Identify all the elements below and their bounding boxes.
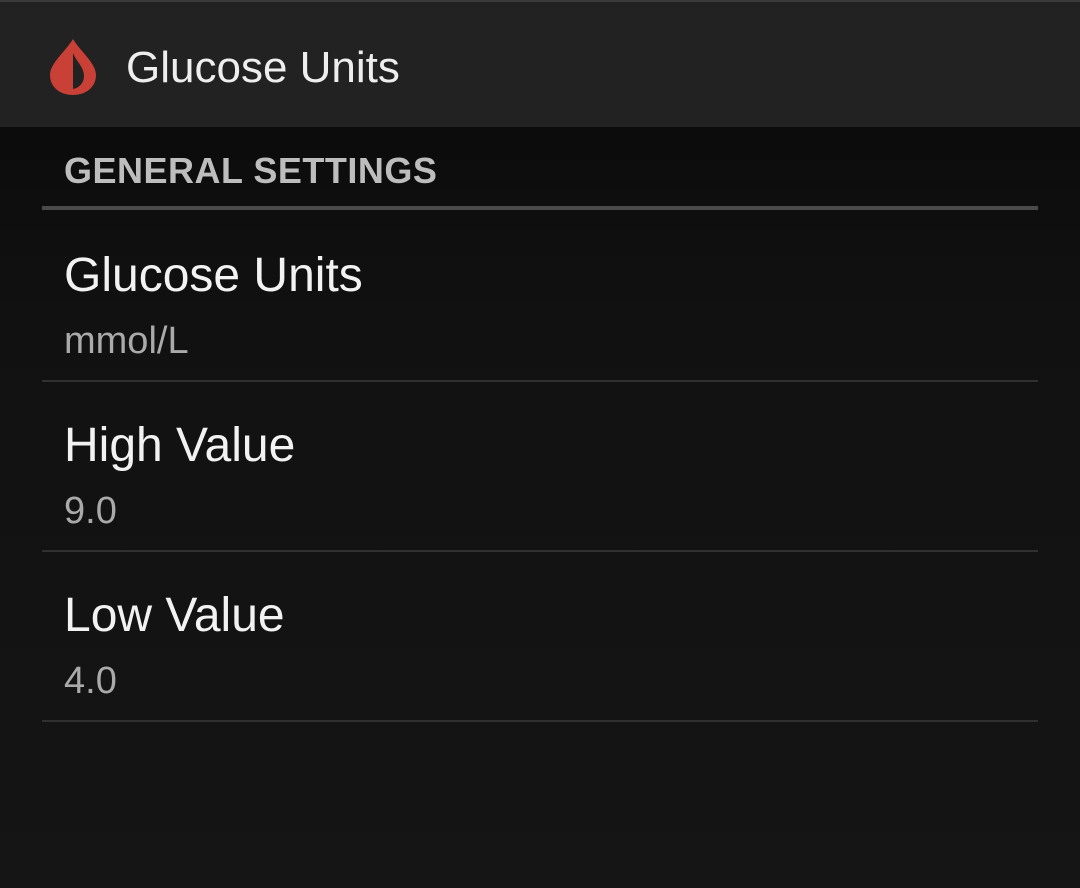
pref-summary: 9.0 — [64, 490, 117, 532]
section-header-general-settings: GENERAL SETTINGS — [64, 150, 438, 191]
action-bar: Glucose Units — [0, 0, 1080, 127]
settings-screen: Glucose Units GENERAL SETTINGS Glucose U… — [0, 0, 1080, 888]
page-title: Glucose Units — [126, 43, 400, 92]
pref-title: High Value — [64, 419, 296, 472]
pref-summary: mmol/L — [64, 320, 189, 362]
pref-title: Glucose Units — [64, 249, 363, 302]
pref-low-value[interactable]: Low Value 4.0 — [42, 552, 1038, 722]
blood-drop-icon[interactable] — [46, 37, 100, 97]
pref-high-value[interactable]: High Value 9.0 — [42, 382, 1038, 552]
pref-summary: 4.0 — [64, 660, 117, 702]
section-divider — [42, 206, 1038, 210]
pref-title: Low Value — [64, 589, 285, 642]
pref-glucose-units[interactable]: Glucose Units mmol/L — [42, 212, 1038, 382]
